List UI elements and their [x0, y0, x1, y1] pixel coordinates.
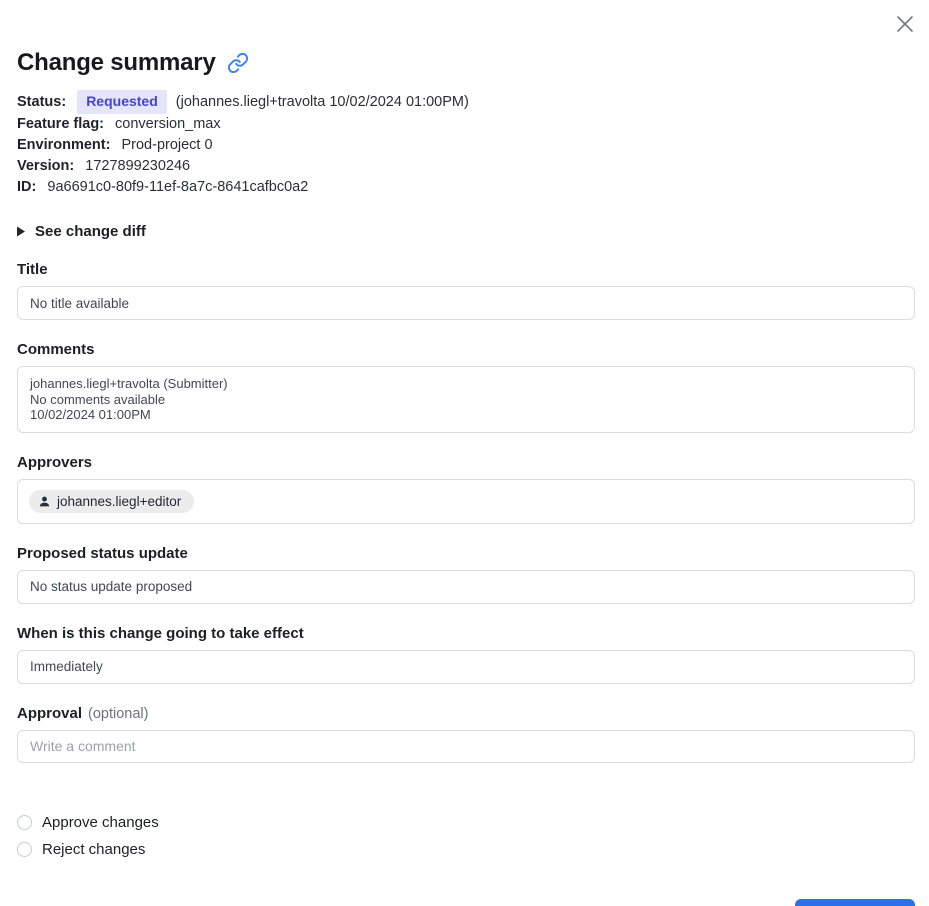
approve-changes-option[interactable]: Approve changes — [17, 814, 915, 831]
approvers-field: Approvers johannes.liegl+editor — [17, 454, 915, 524]
comment-submitter-line: johannes.liegl+travolta (Submitter) — [30, 376, 228, 391]
approver-chip-label: johannes.liegl+editor — [57, 493, 182, 509]
approval-label-text: Approval — [17, 704, 83, 722]
effect-time-label: When is this change going to take effect — [17, 624, 304, 642]
meta-row-version: Version: 1727899230246 — [17, 156, 915, 177]
title-field-label: Title — [17, 261, 48, 278]
confirm-button[interactable]: Confirm — [795, 898, 915, 906]
meta-row-environment: Environment: Prod-project 0 — [17, 135, 915, 156]
disclosure-triangle-icon — [17, 226, 25, 237]
comments-field-value-box: johannes.liegl+travolta (Submitter) No c… — [17, 366, 915, 433]
status-badge: Requested — [77, 90, 167, 114]
link-icon — [227, 52, 248, 74]
feature-flag-value: conversion_max — [115, 116, 221, 132]
feature-flag-label: Feature flag: — [17, 116, 105, 132]
close-icon — [897, 16, 913, 32]
version-label: Version: — [17, 158, 75, 174]
meta-row-feature-flag: Feature flag: conversion_max — [17, 114, 915, 135]
approvers-field-label: Approvers — [17, 453, 93, 471]
change-summary-modal: Change summary Status: Requested (johann… — [0, 0, 929, 906]
reject-changes-radio[interactable] — [17, 841, 32, 857]
approver-chip: johannes.liegl+editor — [29, 489, 195, 513]
approval-comment-input[interactable] — [17, 729, 915, 763]
approval-field-label: Approval (optional) — [17, 705, 915, 722]
effect-time-field: When is this change going to take effect… — [17, 625, 915, 684]
meta-row-id: ID: 9a6691c0-80f9-11ef-8a7c-8641cafbc0a2 — [17, 177, 915, 198]
status-detail: (johannes.liegl+travolta 10/02/2024 01:0… — [175, 94, 469, 110]
proposed-status-field: Proposed status update No status update … — [17, 545, 915, 604]
approval-optional-text: (optional) — [88, 705, 149, 722]
person-icon — [39, 496, 50, 506]
meta-row-status: Status: Requested (johannes.liegl+travol… — [17, 90, 915, 114]
decision-radio-group: Approve changes Reject changes — [17, 814, 915, 858]
see-change-diff-toggle[interactable]: See change diff — [17, 223, 146, 240]
effect-time-value-box: Immediately — [17, 649, 915, 684]
modal-footer: Cancel Confirm — [17, 898, 915, 906]
effect-time-value: Immediately — [30, 659, 103, 674]
approve-changes-label: Approve changes — [42, 813, 159, 831]
metadata-section: Status: Requested (johannes.liegl+travol… — [17, 90, 915, 198]
proposed-status-label: Proposed status update — [17, 544, 188, 562]
status-label: Status: — [17, 94, 67, 110]
approvers-field-value-box: johannes.liegl+editor — [17, 478, 915, 524]
approval-field: Approval (optional) — [17, 705, 915, 763]
reject-changes-option[interactable]: Reject changes — [17, 841, 915, 858]
comment-body-line: No comments available — [30, 391, 166, 407]
page-title: Change summary — [17, 0, 915, 77]
see-change-diff-label: See change diff — [35, 223, 146, 240]
approve-changes-radio[interactable] — [17, 814, 32, 830]
proposed-status-value: No status update proposed — [30, 579, 193, 594]
reject-changes-label: Reject changes — [42, 840, 146, 858]
environment-value: Prod-project 0 — [121, 137, 213, 153]
version-value: 1727899230246 — [85, 158, 191, 174]
proposed-status-value-box: No status update proposed — [17, 569, 915, 604]
comments-field-label: Comments — [17, 341, 95, 358]
id-label: ID: — [17, 179, 37, 195]
comment-timestamp-line: 10/02/2024 01:00PM — [30, 407, 151, 422]
close-button[interactable] — [894, 13, 916, 35]
title-field-value-box: No title available — [17, 286, 915, 320]
comments-field: Comments johannes.liegl+travolta (Submit… — [17, 341, 915, 433]
page-title-text: Change summary — [17, 49, 216, 76]
copy-link-button[interactable] — [227, 52, 249, 74]
environment-label: Environment: — [17, 137, 111, 153]
title-field: Title No title available — [17, 261, 915, 320]
id-value: 9a6691c0-80f9-11ef-8a7c-8641cafbc0a2 — [47, 179, 309, 195]
title-field-value: No title available — [30, 295, 130, 311]
